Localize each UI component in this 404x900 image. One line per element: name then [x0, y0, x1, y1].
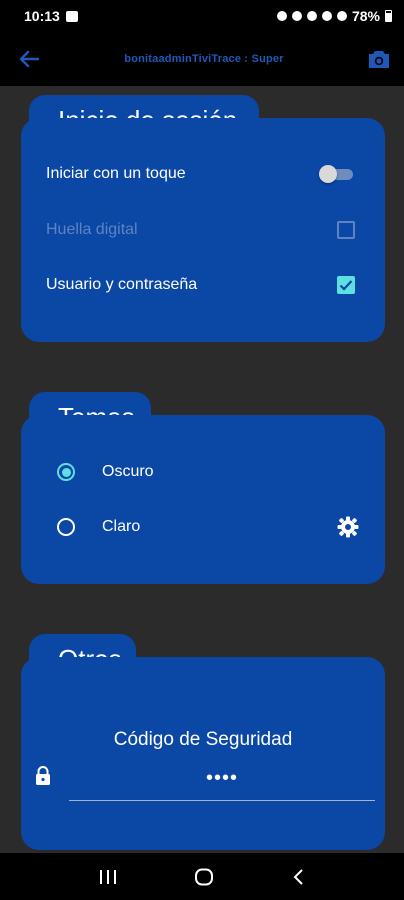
one-tap-login-row[interactable]: Iniciar con un toque — [46, 164, 355, 184]
status-bar: 10:13 78% — [0, 0, 404, 32]
mute-icon — [306, 11, 317, 21]
back-nav-icon[interactable] — [291, 868, 305, 886]
user-password-row[interactable]: Usuario y contraseña — [46, 275, 355, 295]
arrow-back-icon — [19, 50, 39, 68]
dark-label: Oscuro — [102, 463, 154, 480]
theme-option-light[interactable]: Claro — [57, 516, 359, 538]
fingerprint-checkbox — [337, 221, 355, 239]
lock-notification-icon — [276, 11, 287, 21]
app-bar: bonitaadminTiviTrace : Super — [0, 32, 404, 86]
fingerprint-row: Huella digital — [46, 220, 355, 240]
moon-icon — [346, 463, 355, 481]
dark-radio[interactable] — [57, 463, 75, 481]
gear-icon — [337, 516, 359, 538]
one-tap-login-label: Iniciar con un toque — [46, 165, 186, 182]
signal-icon — [336, 11, 347, 21]
lock-icon — [36, 766, 50, 785]
theme-option-dark[interactable]: Oscuro — [57, 461, 359, 483]
light-radio[interactable] — [57, 518, 75, 536]
app-title: bonitaadminTiviTrace : Super — [124, 53, 284, 65]
themes-card — [21, 415, 385, 584]
camera-icon — [369, 50, 389, 68]
light-label: Claro — [102, 518, 141, 535]
camera-button[interactable] — [366, 46, 392, 72]
others-card — [21, 657, 385, 850]
battery-icon — [385, 10, 392, 22]
alarm-icon — [291, 11, 302, 21]
battery-percent: 78% — [351, 8, 380, 24]
home-icon[interactable] — [194, 868, 214, 886]
one-tap-login-switch[interactable] — [319, 165, 355, 183]
fingerprint-label: Huella digital — [46, 221, 138, 238]
login-section: Inicio de sesión Iniciar con un toque Hu… — [21, 95, 385, 342]
status-time: 10:13 — [24, 8, 60, 24]
security-code-input[interactable]: •••• — [69, 767, 375, 801]
security-code-label: Código de Seguridad — [113, 729, 293, 750]
system-nav-bar — [0, 853, 404, 900]
gallery-notification-icon — [65, 10, 78, 22]
others-section: Otros Código de Seguridad •••• — [21, 634, 385, 850]
wifi-icon — [321, 11, 332, 21]
user-password-checkbox[interactable] — [337, 276, 355, 294]
back-button[interactable] — [16, 46, 42, 72]
user-password-label: Usuario y contraseña — [46, 276, 198, 293]
check-icon — [339, 280, 353, 291]
recent-apps-icon[interactable] — [99, 869, 117, 885]
themes-section: Temas Oscuro Claro — [21, 392, 385, 584]
